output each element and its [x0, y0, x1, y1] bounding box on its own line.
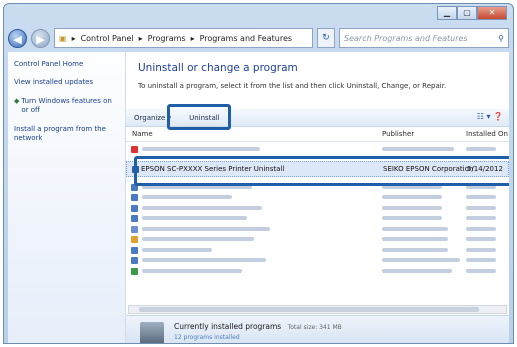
shield-icon: ◆ — [14, 96, 20, 105]
forward-button[interactable]: ▶ — [31, 28, 50, 48]
chevron-right-icon: ▸ — [190, 33, 195, 43]
uninstall-button[interactable]: Uninstall — [189, 114, 220, 122]
sidebar-link-updates[interactable]: View installed updates — [14, 78, 119, 87]
list-item[interactable] — [126, 255, 509, 266]
explorer-window: ▁ ▢ ✕ ◀ ▶ ▣ ▸ Control Panel ▸ Programs ▸… — [3, 3, 514, 344]
maximize-button[interactable]: ▢ — [457, 6, 477, 20]
breadcrumb-control-panel[interactable]: Control Panel — [81, 34, 134, 43]
minimize-button[interactable]: ▁ — [437, 6, 457, 20]
main-panel: Uninstall or change a program To uninsta… — [126, 52, 509, 343]
column-installed-on[interactable]: Installed On — [466, 130, 508, 138]
search-input[interactable]: Search Programs and Features ⚲ — [339, 28, 509, 48]
sidebar-link-home[interactable]: Control Panel Home — [14, 60, 119, 69]
close-button[interactable]: ✕ — [477, 6, 507, 20]
list-item[interactable] — [126, 182, 509, 193]
column-publisher[interactable]: Publisher — [382, 130, 414, 138]
list-item[interactable] — [126, 224, 509, 235]
page-description: To uninstall a program, select it from t… — [138, 82, 447, 90]
row-date: 5/14/2012 — [467, 164, 503, 173]
row-name: EPSON SC-PXXXX Series Printer Uninstall — [141, 164, 285, 173]
refresh-button[interactable]: ↻ — [317, 28, 335, 48]
details-pane: Currently installed programs Total size:… — [126, 315, 509, 343]
program-icon — [131, 146, 138, 153]
status-count: 12 programs installed — [174, 334, 240, 341]
content-area: Control Panel Home View installed update… — [8, 52, 509, 343]
folder-icon: ▣ — [59, 33, 67, 43]
command-bar: Organize ▾ Uninstall ☷ ▾ ❓ — [126, 109, 509, 127]
sidebar: Control Panel Home View installed update… — [8, 52, 126, 343]
program-list: EPSON SC-PXXXX Series Printer Uninstall … — [126, 144, 509, 276]
chevron-right-icon: ▸ — [71, 33, 76, 43]
sidebar-link-network[interactable]: Install a program from the network — [14, 125, 119, 144]
breadcrumb-programs[interactable]: Programs — [148, 34, 186, 43]
column-name[interactable]: Name — [132, 130, 153, 138]
list-item[interactable] — [126, 213, 509, 224]
breadcrumb-programs-features[interactable]: Programs and Features — [200, 34, 292, 43]
status-title: Currently installed programs — [174, 322, 282, 331]
horizontal-scrollbar[interactable] — [128, 305, 507, 314]
title-bar: ▁ ▢ ✕ — [4, 4, 513, 28]
list-item[interactable] — [126, 192, 509, 203]
row-publisher: SEIKO EPSON Corporation — [383, 164, 474, 173]
address-row: ◀ ▶ ▣ ▸ Control Panel ▸ Programs ▸ Progr… — [8, 26, 509, 50]
column-headers: Name Publisher Installed On — [126, 128, 509, 142]
back-button[interactable]: ◀ — [8, 28, 27, 48]
organize-button[interactable]: Organize ▾ — [134, 114, 171, 122]
sidebar-link-features[interactable]: Turn Windows features on or off — [21, 97, 119, 116]
list-item[interactable] — [126, 245, 509, 256]
list-item[interactable] — [126, 203, 509, 214]
programs-box-icon — [140, 322, 164, 343]
search-placeholder: Search Programs and Features — [344, 33, 468, 43]
search-icon: ⚲ — [498, 33, 504, 43]
page-title: Uninstall or change a program — [138, 62, 298, 74]
table-row-selected[interactable]: EPSON SC-PXXXX Series Printer Uninstall … — [126, 160, 509, 177]
address-bar[interactable]: ▣ ▸ Control Panel ▸ Programs ▸ Programs … — [54, 28, 313, 48]
status-total-size: Total size: 341 MB — [287, 324, 342, 331]
scrollbar-thumb[interactable] — [139, 307, 479, 312]
list-item[interactable] — [126, 234, 509, 245]
list-item[interactable] — [126, 144, 509, 155]
list-item[interactable] — [126, 266, 509, 277]
chevron-right-icon: ▸ — [138, 33, 143, 43]
printer-icon — [132, 165, 139, 173]
view-options-icon[interactable]: ☷ ▾ ❓ — [477, 112, 503, 121]
